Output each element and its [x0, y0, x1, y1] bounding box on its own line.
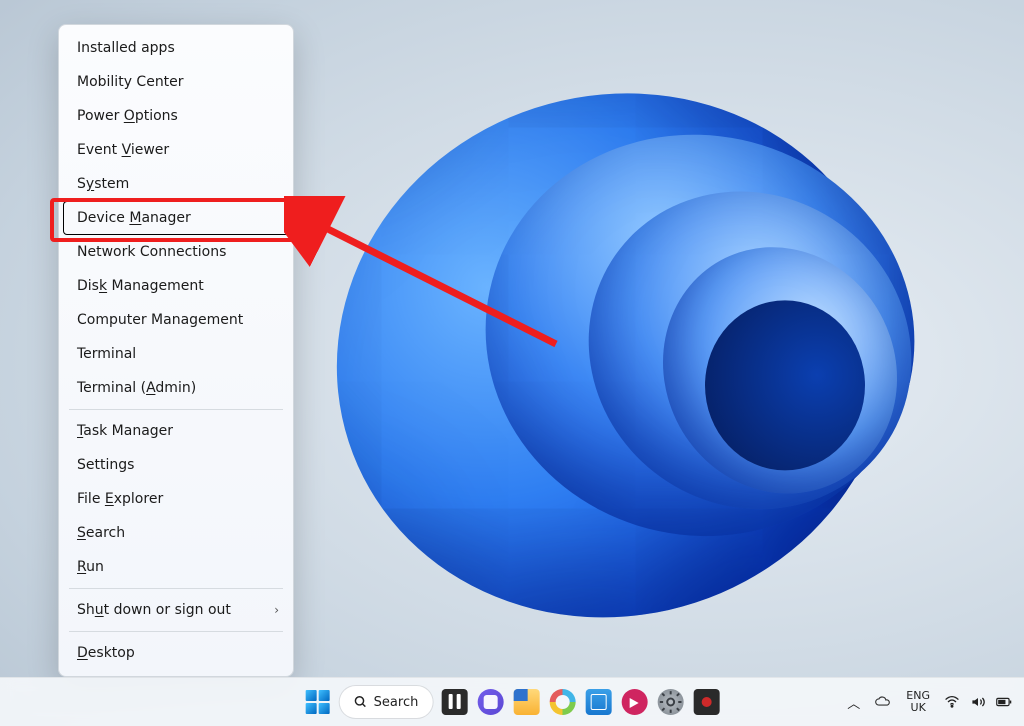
- taskbar-app-chat[interactable]: [476, 688, 504, 716]
- tray-overflow-button[interactable]: ︿: [847, 693, 860, 712]
- pinned-app-icon-1: [621, 689, 647, 715]
- menu-search[interactable]: Search: [63, 516, 289, 550]
- language-line2: UK: [906, 702, 930, 714]
- language-indicator[interactable]: ENG UK: [906, 690, 930, 714]
- battery-icon: [996, 695, 1012, 709]
- menu-terminal-admin[interactable]: Terminal (Admin): [63, 371, 289, 405]
- store-icon: [585, 689, 611, 715]
- menu-disk-management[interactable]: Disk Management: [63, 269, 289, 303]
- system-tray: ︿ ENG UK: [847, 690, 1024, 714]
- menu-run[interactable]: Run: [63, 550, 289, 584]
- taskbar-app-explorer[interactable]: [512, 688, 540, 716]
- chevron-right-icon: ›: [274, 601, 279, 619]
- menu-desktop[interactable]: Desktop: [63, 636, 289, 670]
- menu-system[interactable]: System: [63, 167, 289, 201]
- menu-installed-apps[interactable]: Installed apps: [63, 31, 289, 65]
- settings-gear-icon: [657, 689, 683, 715]
- search-label: Search: [374, 695, 419, 710]
- pinned-app-icon-2: [693, 689, 719, 715]
- menu-file-explorer[interactable]: File Explorer: [63, 482, 289, 516]
- start-button[interactable]: [304, 688, 332, 716]
- volume-icon: [970, 695, 986, 709]
- menu-network-connections[interactable]: Network Connections: [63, 235, 289, 269]
- taskbar-center: Search: [304, 686, 721, 718]
- task-view-button[interactable]: [440, 688, 468, 716]
- winx-context-menu[interactable]: Installed appsMobility CenterPower Optio…: [58, 24, 294, 677]
- edge-icon: [549, 689, 575, 715]
- taskbar-app-edge[interactable]: [548, 688, 576, 716]
- taskbar-app-settings[interactable]: [656, 688, 684, 716]
- wallpaper-bloom: [255, 65, 1015, 685]
- search-icon: [354, 695, 368, 709]
- menu-event-viewer[interactable]: Event Viewer: [63, 133, 289, 167]
- wifi-icon: [944, 695, 960, 709]
- taskbar: Search ︿ ENG UK: [0, 677, 1024, 726]
- chat-icon: [477, 689, 503, 715]
- menu-settings[interactable]: Settings: [63, 448, 289, 482]
- menu-computer-management[interactable]: Computer Management: [63, 303, 289, 337]
- file-explorer-icon: [513, 689, 539, 715]
- taskbar-app-store[interactable]: [584, 688, 612, 716]
- menu-shutdown-signout[interactable]: Shut down or sign out›: [63, 593, 289, 627]
- taskbar-app-pinned-1[interactable]: [620, 688, 648, 716]
- menu-device-manager[interactable]: Device Manager: [63, 201, 289, 235]
- menu-mobility-center[interactable]: Mobility Center: [63, 65, 289, 99]
- network-volume-battery[interactable]: [944, 695, 1012, 709]
- taskbar-app-pinned-2[interactable]: [692, 688, 720, 716]
- menu-power-options[interactable]: Power Options: [63, 99, 289, 133]
- menu-terminal[interactable]: Terminal: [63, 337, 289, 371]
- taskbar-search[interactable]: Search: [340, 686, 433, 718]
- menu-task-manager[interactable]: Task Manager: [63, 414, 289, 448]
- task-view-icon: [441, 689, 467, 715]
- onedrive-icon[interactable]: [874, 695, 892, 709]
- windows-logo-icon: [306, 690, 330, 714]
